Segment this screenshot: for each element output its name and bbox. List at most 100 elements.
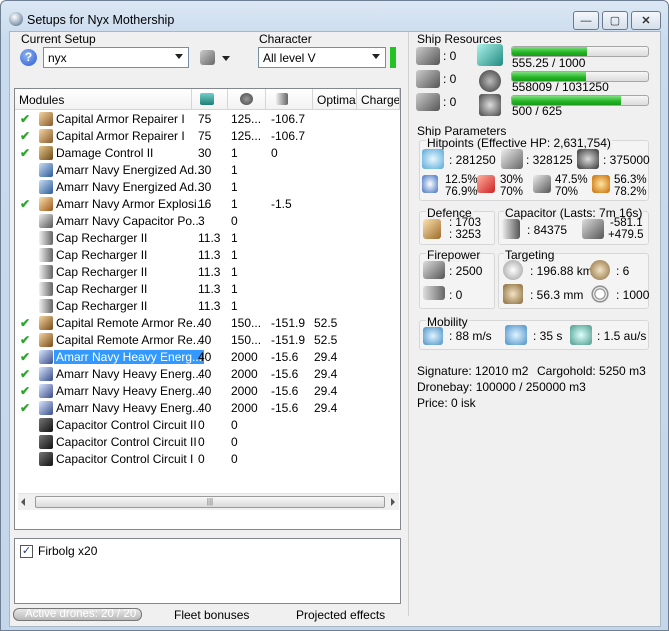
thermal-resist-icon: [477, 175, 495, 193]
drone-checkbox[interactable]: ✓: [20, 545, 33, 558]
firepower-value-b: : 0: [449, 288, 463, 302]
module-row[interactable]: Cap Recharger II 11.3 1: [15, 247, 400, 264]
module-stat-c1: 75: [198, 129, 212, 143]
module-row[interactable]: Amarr Navy Energized Ad... 30 1: [15, 179, 400, 196]
module-active-checkmark[interactable]: ✔: [20, 367, 30, 381]
module-stat-c1: 40: [198, 384, 212, 398]
module-name: Cap Recharger II: [56, 265, 148, 279]
em-resist-icon: [422, 175, 438, 193]
module-name: Capacitor Control Circuit II: [56, 418, 197, 432]
cargohold-value: Cargohold: 5250 m3: [537, 364, 646, 378]
module-stat-c3: -1.5: [271, 197, 292, 211]
res-explosive-armor: 78.2%: [614, 186, 647, 198]
module-active-checkmark[interactable]: ✔: [20, 316, 30, 330]
module-active-checkmark[interactable]: ✔: [20, 112, 30, 126]
module-row[interactable]: Capacitor Control Circuit II 0 0: [15, 417, 400, 434]
capacitor-icon: [276, 93, 288, 105]
module-row[interactable]: ✔ Amarr Navy Armor Explosi... 16 1 -1.5: [15, 196, 400, 213]
col-header-modules[interactable]: Modules: [15, 89, 192, 110]
setup-dropdown[interactable]: nyx: [43, 47, 189, 68]
module-name: Amarr Navy Energized Ad...: [56, 180, 205, 194]
sensor-strength-icon: [590, 284, 610, 304]
firepower-label: Firepower: [426, 248, 482, 262]
cpu-bar-fill: [512, 47, 588, 56]
module-stat-c1: 40: [198, 350, 212, 364]
module-active-checkmark[interactable]: ✔: [20, 197, 30, 211]
module-row[interactable]: Cap Recharger II 11.3 1: [15, 298, 400, 315]
module-row[interactable]: Capacitor Control Circuit I 0 0: [15, 451, 400, 468]
module-row[interactable]: Capacitor Control Circuit II 0 0: [15, 434, 400, 451]
title-bar[interactable]: Setups for Nyx Mothership — ▢ ✕: [1, 1, 668, 35]
module-stat-c1: 3: [198, 214, 205, 228]
module-row[interactable]: Amarr Navy Energized Ad... 30 1: [15, 162, 400, 179]
module-active-checkmark[interactable]: ✔: [20, 401, 30, 415]
firepower-value-a: : 2500: [449, 264, 483, 278]
module-stat-opt: 29.4: [314, 350, 338, 364]
tab-projected-effects[interactable]: Projected effects: [296, 608, 385, 622]
tab-active-drones[interactable]: Active drones: 20 / 20: [13, 608, 142, 621]
horizontal-scrollbar[interactable]: |||: [18, 493, 399, 510]
scroll-thumb[interactable]: |||: [35, 496, 385, 508]
module-row[interactable]: ✔ Amarr Navy Heavy Energ... 40 2000 -15.6 29.…: [15, 349, 400, 366]
scan-resolution-value: : 56.3 mm: [530, 288, 584, 302]
module-stat-c2: 2000: [231, 350, 258, 364]
tab-fleet-bonuses[interactable]: Fleet bonuses: [174, 608, 249, 622]
cap-recharger-icon: [39, 299, 53, 313]
drone-item-label: Firbolg x20: [38, 544, 98, 558]
module-stat-c1: 40: [198, 333, 212, 347]
res-kinetic-armor: 70%: [555, 186, 579, 198]
module-stat-c3: -15.6: [271, 367, 299, 381]
module-row[interactable]: ✔ Capital Remote Armor Re... 40 150... -151.…: [15, 332, 400, 349]
scroll-right-arrow[interactable]: [391, 498, 395, 506]
module-row[interactable]: Amarr Navy Capacitor Po... 3 0: [15, 213, 400, 230]
minimize-button[interactable]: —: [573, 11, 599, 30]
col-header-cpu[interactable]: [192, 89, 228, 110]
drones-list[interactable]: ✓ Firbolg x20: [14, 538, 401, 604]
energized-plating-icon: [39, 180, 53, 194]
maximize-button[interactable]: ▢: [602, 11, 628, 30]
col-header-capacitor[interactable]: [266, 89, 313, 110]
module-row[interactable]: ✔ Capital Remote Armor Re... 40 150... -151.…: [15, 315, 400, 332]
module-row[interactable]: Cap Recharger II 11.3 1: [15, 230, 400, 247]
drone-bandwidth-value: 500 / 625: [512, 104, 563, 118]
module-row[interactable]: ✔ Capital Armor Repairer I 75 125... -106.7: [15, 128, 400, 145]
module-row[interactable]: ✔ Amarr Navy Heavy Energ... 40 2000 -15.6 29.…: [15, 383, 400, 400]
targeting-range-value: : 196.88 km: [530, 264, 593, 278]
module-row[interactable]: ✔ Amarr Navy Heavy Energ... 40 2000 -15.6 29.…: [15, 366, 400, 383]
warp-speed-icon: [570, 325, 592, 345]
modules-list[interactable]: Modules Optimal Charges ✔ Capital Armor R…: [14, 88, 401, 530]
module-row[interactable]: ✔ Capital Armor Repairer I 75 125... -106.7: [15, 111, 400, 128]
close-button[interactable]: ✕: [631, 11, 661, 30]
calibration-icon: [416, 93, 440, 111]
module-stat-c1: 11.3: [198, 231, 221, 245]
res-explosive-shield: 56.3%: [614, 174, 647, 186]
module-active-checkmark[interactable]: ✔: [20, 350, 30, 364]
tools-button[interactable]: [198, 48, 234, 68]
col-header-optimal[interactable]: Optimal: [313, 89, 357, 110]
module-row[interactable]: Cap Recharger II 11.3 1: [15, 264, 400, 281]
module-name: Amarr Navy Heavy Energ...: [56, 367, 203, 381]
module-name: Capital Armor Repairer I: [56, 112, 185, 126]
module-row[interactable]: ✔ Amarr Navy Heavy Energ... 40 2000 -15.6 29.…: [15, 400, 400, 417]
module-name: Amarr Navy Capacitor Po...: [56, 214, 203, 228]
capacitor-usage-value: -581.1: [610, 217, 643, 229]
module-name: Capital Armor Repairer I: [56, 129, 185, 143]
character-dropdown[interactable]: All level V: [258, 47, 386, 68]
scroll-left-arrow[interactable]: [21, 498, 25, 506]
module-active-checkmark[interactable]: ✔: [20, 384, 30, 398]
help-icon[interactable]: ?: [20, 49, 37, 66]
module-active-checkmark[interactable]: ✔: [20, 146, 30, 160]
align-time-value: : 35 s: [533, 329, 563, 343]
module-active-checkmark[interactable]: ✔: [20, 129, 30, 143]
module-stat-c3: -15.6: [271, 401, 299, 415]
module-name: Amarr Navy Heavy Energ...: [54, 350, 205, 364]
module-row[interactable]: ✔ Damage Control II 30 1 0: [15, 145, 400, 162]
module-active-checkmark[interactable]: ✔: [20, 333, 30, 347]
module-row[interactable]: Cap Recharger II 11.3 1: [15, 281, 400, 298]
cap-recharger-icon: [39, 265, 53, 279]
module-stat-opt: 52.5: [314, 316, 338, 330]
col-header-power[interactable]: [228, 89, 266, 110]
price-value: Price: 0 isk: [417, 396, 476, 410]
col-header-charges[interactable]: Charges: [357, 89, 400, 110]
module-name: Capacitor Control Circuit II: [56, 435, 197, 449]
